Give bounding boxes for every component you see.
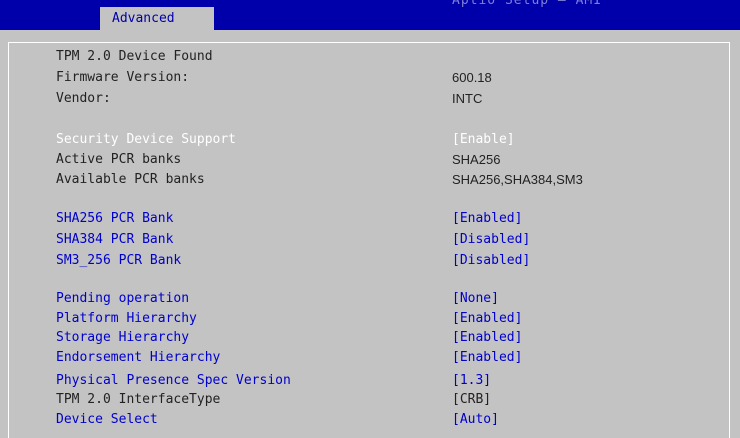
bank-label: SHA256 PCR Bank: [56, 211, 174, 226]
option-value[interactable]: [Enabled]: [452, 310, 522, 328]
active-pcr-value: SHA256: [452, 152, 501, 167]
option-value: [CRB]: [452, 392, 492, 407]
option-label: Platform Hierarchy: [56, 311, 197, 326]
firmware-label: Firmware Version:: [56, 70, 190, 85]
option-label: Storage Hierarchy: [56, 330, 190, 345]
option-label: Device Select: [56, 412, 158, 427]
active-pcr-label: Active PCR banks: [56, 152, 182, 167]
option-value[interactable]: [Auto]: [452, 411, 499, 429]
bios-title: Aptio Setup — AMI: [452, 0, 603, 8]
option-label: Pending operation: [56, 291, 190, 306]
bank-label: SHA384 PCR Bank: [56, 232, 174, 247]
option-label: Physical Presence Spec Version: [56, 373, 291, 388]
bios-top-bar: Aptio Setup — AMI Advanced: [0, 0, 740, 30]
tab-advanced[interactable]: Advanced: [100, 7, 214, 30]
bank-label: SM3_256 PCR Bank: [56, 253, 182, 268]
bank-value[interactable]: [Disabled]: [452, 252, 530, 270]
firmware-value: 600.18: [452, 70, 492, 85]
available-pcr-value: SHA256,SHA384,SM3: [452, 172, 583, 187]
tpm-found-label: TPM 2.0 Device Found: [56, 49, 213, 64]
security-support-label: Security Device Support: [56, 132, 237, 147]
settings-panel: TPM 2.0 Device Found Firmware Version: 6…: [0, 30, 740, 438]
available-pcr-label: Available PCR banks: [56, 172, 205, 187]
security-support-value[interactable]: [Enable]: [452, 131, 515, 149]
bank-value[interactable]: [Enabled]: [452, 210, 522, 228]
vendor-value: INTC: [452, 91, 483, 106]
option-label: Endorsement Hierarchy: [56, 350, 221, 365]
option-value[interactable]: [Enabled]: [452, 349, 522, 367]
option-value[interactable]: [Enabled]: [452, 329, 522, 347]
vendor-label: Vendor:: [56, 91, 111, 106]
option-value[interactable]: [1.3]: [452, 372, 491, 390]
bank-value[interactable]: [Disabled]: [452, 231, 530, 249]
option-label: TPM 2.0 InterfaceType: [56, 392, 221, 407]
option-value[interactable]: [None]: [452, 290, 499, 308]
